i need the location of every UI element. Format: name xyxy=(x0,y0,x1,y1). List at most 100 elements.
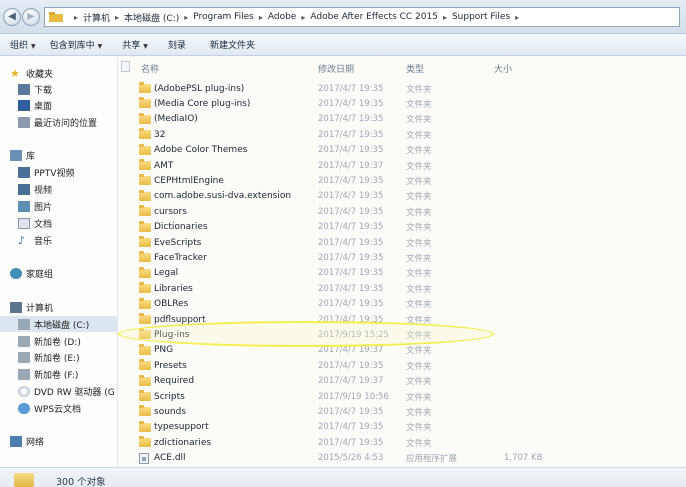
file-row[interactable]: Libraries 2017/4/7 19:35 文件夹 xyxy=(134,281,554,296)
folder-icon xyxy=(139,97,151,109)
network-icon xyxy=(10,435,22,447)
column-type[interactable]: 类型 xyxy=(406,62,424,75)
sidebar-network[interactable]: 网络 xyxy=(10,433,44,449)
breadcrumb-program-files[interactable]: Program Files xyxy=(193,12,254,22)
dvd-icon xyxy=(18,385,30,397)
homegroup-icon xyxy=(10,267,22,279)
sidebar-item-local-disk-c[interactable]: 本地磁盘 (C:) xyxy=(0,316,117,332)
new-folder-button[interactable]: 新建文件夹 xyxy=(210,38,255,51)
file-name: (MediaIO) xyxy=(139,112,198,125)
folder-icon xyxy=(139,112,151,124)
folder-icon xyxy=(14,473,34,487)
chevron-down-icon: ▼ xyxy=(97,43,103,50)
sidebar-item-drive-d[interactable]: 新加卷 (D:) xyxy=(18,333,81,349)
file-date: 2017/4/7 19:35 xyxy=(318,191,384,202)
file-row[interactable]: ACE.dll 2015/5/26 4:53 应用程序扩展 1,707 KB xyxy=(134,451,554,466)
file-row[interactable]: AMT 2017/4/7 19:37 文件夹 xyxy=(134,158,554,173)
file-date: 2017/4/7 19:35 xyxy=(318,437,384,448)
folder-icon xyxy=(139,359,151,371)
file-row[interactable]: Required 2017/4/7 19:37 文件夹 xyxy=(134,374,554,389)
include-in-library-button[interactable]: 包含到库中 ▼ xyxy=(50,38,103,51)
sidebar-item-documents[interactable]: 文档 xyxy=(18,215,52,231)
file-date: 2017/9/19 10:56 xyxy=(318,391,389,402)
file-row[interactable]: Dictionaries 2017/4/7 19:35 文件夹 xyxy=(134,220,554,235)
organize-button[interactable]: 组织 ▼ xyxy=(10,38,36,51)
file-row[interactable]: zdictionaries 2017/4/7 19:35 文件夹 xyxy=(134,435,554,450)
file-row[interactable]: (MediaIO) 2017/4/7 19:35 文件夹 xyxy=(134,112,554,127)
column-date[interactable]: 修改日期 xyxy=(318,62,354,75)
breadcrumb-local-disk[interactable]: 本地磁盘 (C:) xyxy=(124,11,179,24)
file-row[interactable]: Scripts 2017/9/19 10:56 文件夹 xyxy=(134,389,554,404)
dll-file-icon xyxy=(139,452,149,464)
folder-icon xyxy=(139,390,151,401)
sidebar-item-pictures[interactable]: 图片 xyxy=(18,198,52,214)
column-size[interactable]: 大小 xyxy=(494,62,512,75)
breadcrumb-computer[interactable]: 计算机 xyxy=(83,11,110,24)
breadcrumb-adobe[interactable]: Adobe xyxy=(268,12,296,22)
forward-button[interactable]: ▶ xyxy=(22,8,40,26)
file-name: OBLRes xyxy=(139,297,188,309)
folder-icon xyxy=(139,282,151,294)
file-row[interactable]: Presets 2017/4/7 19:35 文件夹 xyxy=(134,358,554,373)
sidebar-item-recent[interactable]: 最近访问的位置 xyxy=(18,114,97,130)
back-button[interactable]: ◀ xyxy=(3,8,21,26)
column-name[interactable]: 名称 xyxy=(141,62,159,75)
sidebar-item-desktop[interactable]: 桌面 xyxy=(18,97,52,113)
share-button[interactable]: 共享 ▼ xyxy=(122,38,148,51)
file-name-text: Dictionaries xyxy=(154,222,208,233)
file-row[interactable]: Adobe Color Themes 2017/4/7 19:35 文件夹 xyxy=(134,143,554,158)
breadcrumb-after-effects[interactable]: Adobe After Effects CC 2015 xyxy=(310,12,438,22)
file-date: 2017/4/7 19:35 xyxy=(318,422,384,433)
sidebar-item-downloads[interactable]: 下载 xyxy=(18,81,52,97)
file-date: 2017/4/7 19:35 xyxy=(318,129,384,140)
breadcrumb-support-files[interactable]: Support Files xyxy=(452,12,510,22)
file-row[interactable]: (AdobePSL plug-ins) 2017/4/7 19:35 文件夹 xyxy=(134,81,554,96)
sidebar-item-music[interactable]: ♪ 音乐 xyxy=(18,232,52,248)
sidebar-computer[interactable]: 计算机 xyxy=(10,299,53,315)
file-row[interactable]: EveScripts 2017/4/7 19:35 文件夹 xyxy=(134,235,554,250)
file-name-text: Scripts xyxy=(154,391,185,402)
file-name: (Media Core plug-ins) xyxy=(139,97,250,109)
folder-icon xyxy=(139,236,151,247)
file-row[interactable]: sounds 2017/4/7 19:35 文件夹 xyxy=(134,404,554,419)
sidebar-item-pptv[interactable]: PPTV视频 xyxy=(18,164,75,180)
file-name: Adobe Color Themes xyxy=(139,143,247,155)
sidebar-item-drive-e[interactable]: 新加卷 (E:) xyxy=(18,349,80,365)
file-type: 文件夹 xyxy=(406,146,432,157)
file-name: sounds xyxy=(139,405,186,417)
download-icon xyxy=(18,83,30,95)
file-row[interactable]: (Media Core plug-ins) 2017/4/7 19:35 文件夹 xyxy=(134,96,554,111)
file-date: 2017/4/7 19:35 xyxy=(318,114,384,125)
file-row[interactable]: FaceTracker 2017/4/7 19:35 文件夹 xyxy=(134,250,554,265)
file-name-text: AMT xyxy=(154,160,174,171)
sidebar-item-videos[interactable]: 视频 xyxy=(18,181,52,197)
sidebar-favorites[interactable]: ★ 收藏夹 xyxy=(10,65,53,81)
file-row[interactable]: typesupport 2017/4/7 19:35 文件夹 xyxy=(134,420,554,435)
address-field[interactable]: ▸ 计算机 ▸ 本地磁盘 (C:) ▸ Program Files ▸ Adob… xyxy=(44,7,680,27)
file-type: 文件夹 xyxy=(406,361,432,372)
file-name-text: Required xyxy=(154,376,195,387)
sidebar-homegroup[interactable]: 家庭组 xyxy=(10,265,53,281)
file-row[interactable]: OBLRes 2017/4/7 19:35 文件夹 xyxy=(134,297,554,312)
file-name: cursors xyxy=(139,205,187,217)
burn-button[interactable]: 刻录 xyxy=(168,38,186,51)
chevron-down-icon: ▼ xyxy=(143,43,148,50)
file-row[interactable]: 32 2017/4/7 19:35 文件夹 xyxy=(134,127,554,142)
file-date: 2017/4/7 19:35 xyxy=(318,252,384,263)
file-type: 文件夹 xyxy=(406,207,432,218)
file-row[interactable]: com.adobe.susi-dva.extension 2017/4/7 19:… xyxy=(134,189,554,204)
file-name-text: Presets xyxy=(154,360,187,371)
file-name: Required xyxy=(139,374,195,387)
sidebar-item-drive-f[interactable]: 新加卷 (F:) xyxy=(18,366,78,382)
file-row[interactable]: Legal 2017/4/7 19:35 文件夹 xyxy=(134,266,554,281)
sidebar-item-wps-cloud[interactable]: WPS云文档 xyxy=(18,400,81,416)
file-row[interactable]: cursors 2017/4/7 19:35 文件夹 xyxy=(134,204,554,219)
sidebar-item-dvd-drive[interactable]: DVD RW 驱动器 (G xyxy=(18,383,115,399)
sidebar-library[interactable]: 库 xyxy=(10,147,35,163)
folder-icon xyxy=(139,420,151,432)
command-toolbar: 组织 ▼ 包含到库中 ▼ 共享 ▼ 刻录 新建文件夹 xyxy=(0,34,686,56)
recent-places-icon xyxy=(18,116,30,128)
music-icon: ♪ xyxy=(18,233,26,247)
file-name-text: (MediaIO) xyxy=(154,114,198,125)
file-row[interactable]: CEPHtmlEngine 2017/4/7 19:35 文件夹 xyxy=(134,173,554,188)
